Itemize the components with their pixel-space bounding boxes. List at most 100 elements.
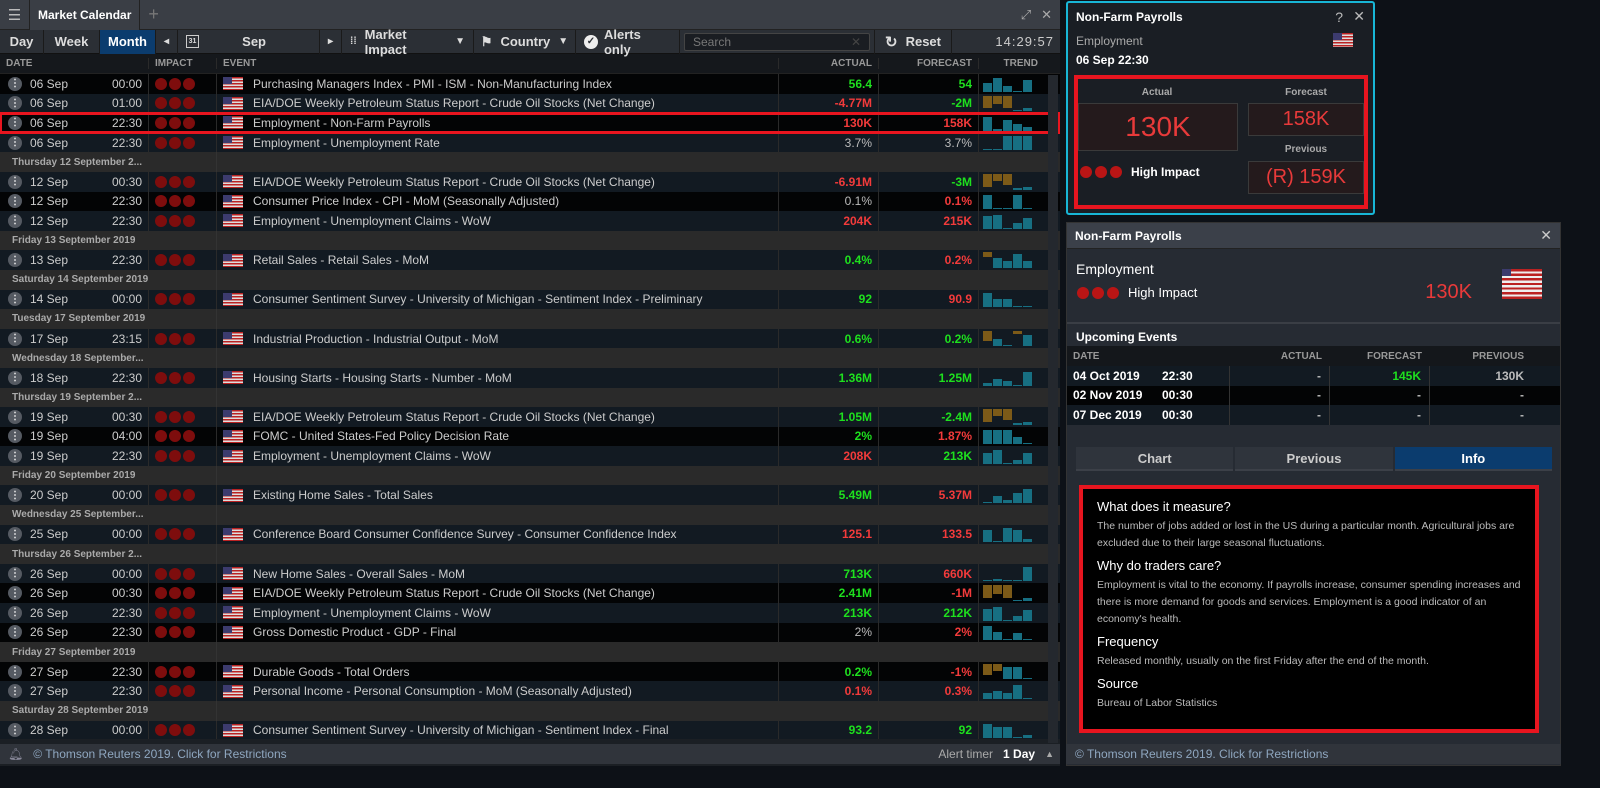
header-forecast[interactable]: FORECAST <box>878 58 978 69</box>
table-row[interactable]: ⋮ 26 Sep 22:30 Gross Domestic Product - GDP… <box>0 622 1060 643</box>
header-trend[interactable]: TREND <box>978 58 1044 69</box>
table-row[interactable]: ⋮ 19 Sep 04:00 FOMC - United States-Fed Pol… <box>0 426 1060 447</box>
row-menu-icon[interactable]: ⋮ <box>8 331 22 346</box>
header-date[interactable]: DATE <box>0 58 148 69</box>
close-icon[interactable]: ✕ <box>1353 8 1365 25</box>
actual-value: 2% <box>778 426 878 447</box>
row-menu-icon[interactable]: ⋮ <box>8 664 22 679</box>
bell-icon[interactable]: 🔔︎ <box>8 747 23 761</box>
row-menu-icon[interactable]: ⋮ <box>8 527 22 542</box>
table-row[interactable]: ⋮ 27 Sep 22:30 Personal Income - Personal C… <box>0 681 1060 701</box>
table-row[interactable]: ⋮ 12 Sep 22:30 Employment - Unemployment Cl… <box>0 211 1060 231</box>
row-menu-icon[interactable]: ⋮ <box>8 723 22 738</box>
impact-dot <box>155 626 167 639</box>
view-month-button[interactable]: Month <box>100 29 156 54</box>
table-row[interactable]: ⋮ 17 Sep 23:15 Industrial Production - Indu… <box>0 328 1060 349</box>
view-day-button[interactable]: Day <box>0 29 44 54</box>
row-menu-icon[interactable]: ⋮ <box>8 115 22 130</box>
info-heading: Why do traders care? <box>1097 558 1222 573</box>
info-heading: Source <box>1097 676 1139 691</box>
close-icon[interactable]: ✕ <box>1540 227 1560 244</box>
row-menu-icon[interactable]: ⋮ <box>8 76 22 91</box>
event-name: Employment - Unemployment Claims - WoW <box>253 605 491 620</box>
row-menu-icon[interactable]: ⋮ <box>8 213 22 228</box>
alerts-only-toggle[interactable]: ✓ Alerts only <box>576 27 680 57</box>
country-dropdown[interactable]: ⚑ Country ▼ <box>474 29 576 54</box>
table-row[interactable]: ⋮ 26 Sep 00:00 New Home Sales - Overall Sal… <box>0 563 1060 584</box>
table-row[interactable]: ⋮ 20 Sep 00:00 Existing Home Sales - Total … <box>0 485 1060 506</box>
table-row[interactable]: ⋮ 06 Sep 00:00 Purchasing Managers Index - … <box>0 74 1060 94</box>
vertical-scrollbar[interactable] <box>1048 75 1058 743</box>
row-menu-icon[interactable]: ⋮ <box>8 605 22 620</box>
event-date: 06 Sep <box>30 115 69 130</box>
row-menu-icon[interactable]: ⋮ <box>8 96 22 111</box>
market-impact-dropdown[interactable]: ⁞⁞ Market Impact ▼ <box>342 27 474 57</box>
alert-timer-value[interactable]: 1 Day <box>1003 747 1035 761</box>
table-row[interactable]: ⋮ 14 Sep 00:00 Consumer Sentiment Survey - … <box>0 289 1060 310</box>
triangle-up-icon[interactable]: ▲ <box>1045 749 1054 759</box>
row-menu-icon[interactable]: ⋮ <box>8 586 22 601</box>
header-actual[interactable]: ACTUAL <box>778 58 878 69</box>
event-time: 00:00 <box>111 76 142 91</box>
expand-icon[interactable]: ⤢ <box>1021 7 1031 23</box>
view-week-button[interactable]: Week <box>44 29 100 54</box>
search-input[interactable]: Search ✕ <box>684 32 870 51</box>
month-picker[interactable]: 31 Sep <box>178 29 320 54</box>
copyright-link[interactable]: © Thomson Reuters 2019. Click for Restri… <box>33 747 286 761</box>
impact-dot <box>169 332 181 345</box>
table-row[interactable]: ⋮ 28 Sep 00:00 Consumer Sentiment Survey - … <box>0 720 1060 739</box>
row-menu-icon[interactable]: ⋮ <box>8 174 22 189</box>
date-group-label: Friday 13 September 2019 <box>12 235 136 247</box>
tab-previous[interactable]: Previous <box>1235 447 1393 471</box>
add-tab-button[interactable]: + <box>140 4 167 25</box>
reset-button[interactable]: ↻ Reset <box>874 29 952 54</box>
close-icon[interactable]: ✕ <box>1041 7 1052 23</box>
table-row[interactable]: ⋮ 26 Sep 22:30 Employment - Unemployment Cl… <box>0 603 1060 623</box>
table-row[interactable]: ⋮ 13 Sep 22:30 Retail Sales - Retail Sales … <box>0 250 1060 270</box>
impact-dot <box>155 489 167 502</box>
event-detail-panel: Non-Farm Payrolls ✕ Employment High Impa… <box>1066 222 1561 766</box>
header-impact[interactable]: IMPACT <box>148 58 216 69</box>
actual-value: 0.1% <box>778 681 878 701</box>
header-event[interactable]: EVENT <box>216 58 778 69</box>
help-icon[interactable]: ? <box>1335 9 1343 25</box>
row-menu-icon[interactable]: ⋮ <box>8 684 22 699</box>
tab-chart[interactable]: Chart <box>1076 447 1234 471</box>
table-row[interactable]: ⋮ 06 Sep 01:00 EIA/DOE Weekly Petroleum Sta… <box>0 93 1060 114</box>
trend-bar <box>1003 580 1012 582</box>
row-menu-icon[interactable]: ⋮ <box>8 194 22 209</box>
actual-value: -6.91M <box>778 171 878 192</box>
row-menu-icon[interactable]: ⋮ <box>8 409 22 424</box>
tab-info[interactable]: Info <box>1394 447 1552 471</box>
upcoming-row[interactable]: 04 Oct 2019 22:30-145K 130K <box>1067 366 1560 386</box>
prev-month-button[interactable]: ◂ <box>156 29 178 54</box>
row-menu-icon[interactable]: ⋮ <box>8 135 22 150</box>
table-row[interactable]: ⋮ 27 Sep 22:30 Durable Goods - Total Orders… <box>0 661 1060 682</box>
table-row[interactable]: ⋮ 12 Sep 22:30 Consumer Price Index - CPI -… <box>0 191 1060 212</box>
upcoming-row[interactable]: 07 Dec 2019 00:30- - - <box>1067 405 1560 425</box>
table-row[interactable]: ⋮ 18 Sep 22:30 Housing Starts - Housing Sta… <box>0 367 1060 388</box>
row-menu-icon[interactable]: ⋮ <box>8 488 22 503</box>
row-menu-icon[interactable]: ⋮ <box>8 253 22 268</box>
upcoming-row[interactable]: 02 Nov 2019 00:30- - - <box>1067 385 1560 405</box>
table-row[interactable]: ⋮ 25 Sep 00:00 Conference Board Consumer Co… <box>0 524 1060 545</box>
row-menu-icon[interactable]: ⋮ <box>8 429 22 444</box>
table-row[interactable]: ⋮ 26 Sep 00:30 EIA/DOE Weekly Petroleum Sta… <box>0 583 1060 604</box>
row-menu-icon[interactable]: ⋮ <box>8 292 22 307</box>
row-menu-icon[interactable]: ⋮ <box>8 566 22 581</box>
hamburger-menu-icon[interactable]: ☰ <box>0 0 30 30</box>
row-menu-icon[interactable]: ⋮ <box>8 625 22 640</box>
row-menu-icon[interactable]: ⋮ <box>8 449 22 464</box>
clear-search-icon[interactable]: ✕ <box>851 35 861 49</box>
row-menu-icon[interactable]: ⋮ <box>8 370 22 385</box>
next-month-button[interactable]: ▸ <box>320 29 342 54</box>
table-row[interactable]: ⋮ 19 Sep 00:30 EIA/DOE Weekly Petroleum Sta… <box>0 407 1060 427</box>
table-row[interactable]: ⋮ 19 Sep 22:30 Employment - Unemployment Cl… <box>0 446 1060 466</box>
detail-footer-copyright[interactable]: © Thomson Reuters 2019. Click for Restri… <box>1066 744 1561 764</box>
table-row[interactable]: ⋮ 06 Sep 22:30 Employment - Unemployment Ra… <box>0 132 1060 153</box>
impact-dot <box>183 214 195 227</box>
table-row[interactable]: ⋮ 06 Sep 22:30 Employment - Non-Farm Payrol… <box>0 112 1060 134</box>
table-row[interactable]: ⋮ 12 Sep 00:30 EIA/DOE Weekly Petroleum Sta… <box>0 171 1060 192</box>
tab-market-calendar[interactable]: Market Calendar <box>30 0 141 30</box>
impact-dot <box>155 587 167 600</box>
